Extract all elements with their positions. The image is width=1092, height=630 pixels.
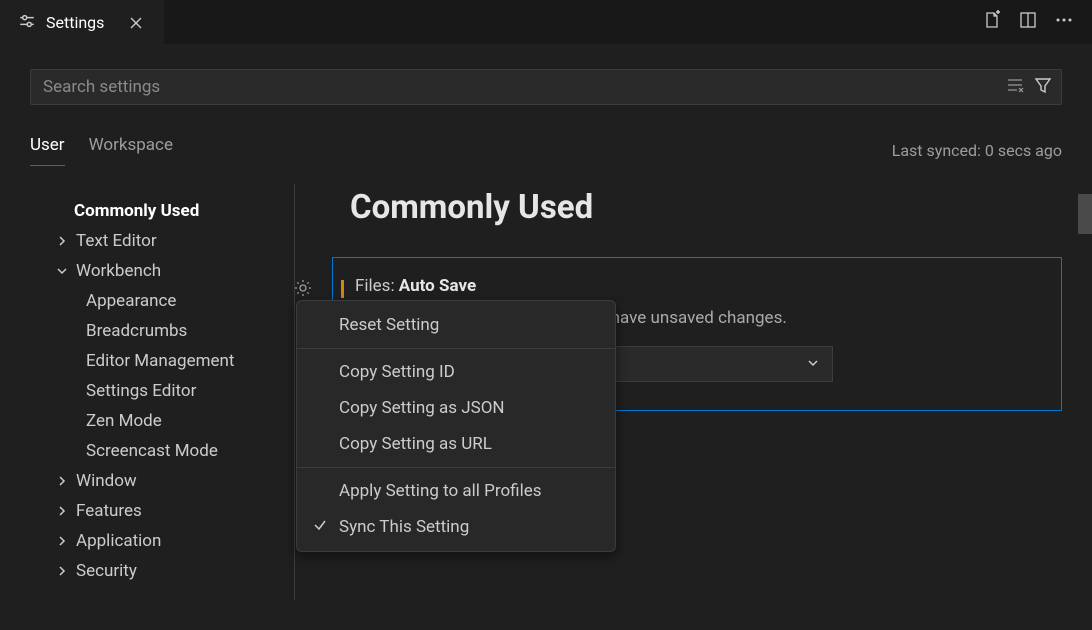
split-editor-icon[interactable] <box>1018 10 1038 34</box>
chevron-down-icon <box>54 264 70 278</box>
sidebar-item-editor-management[interactable]: Editor Management <box>30 346 294 376</box>
menu-item-copy-setting-url[interactable]: Copy Setting as URL <box>297 426 615 462</box>
sidebar-item-commonly-used[interactable]: Commonly Used <box>30 196 294 226</box>
sidebar-item-label: Window <box>76 471 137 491</box>
sidebar-item-label: Workbench <box>76 261 161 281</box>
menu-item-sync-this-setting[interactable]: Sync This Setting <box>297 509 615 545</box>
sidebar-item-label: Editor Management <box>86 351 234 371</box>
settings-sliders-icon <box>18 12 36 34</box>
section-heading: Commonly Used <box>350 188 1062 227</box>
chevron-right-icon <box>54 534 70 548</box>
chevron-right-icon <box>54 474 70 488</box>
filter-icon[interactable] <box>1033 75 1053 99</box>
clear-search-icon[interactable] <box>1005 75 1025 99</box>
sidebar-item-label: Features <box>76 501 142 521</box>
scrollbar-thumb[interactable] <box>1078 194 1092 234</box>
sidebar-item-label: Zen Mode <box>86 411 162 431</box>
menu-divider <box>297 467 615 468</box>
setting-name: Auto Save <box>399 276 476 296</box>
menu-item-copy-setting-json[interactable]: Copy Setting as JSON <box>297 390 615 426</box>
settings-toc: Commonly Used Text Editor Workbench Appe… <box>30 184 295 600</box>
scope-tab-user[interactable]: User <box>30 135 65 166</box>
sidebar-item-window[interactable]: Window <box>30 466 294 496</box>
menu-item-reset-setting[interactable]: Reset Setting <box>297 307 615 343</box>
setting-title: Files: Auto Save <box>355 276 1039 296</box>
check-icon <box>313 517 327 537</box>
sidebar-item-label: Screencast Mode <box>86 441 218 461</box>
sidebar-item-text-editor[interactable]: Text Editor <box>30 226 294 256</box>
chevron-right-icon <box>54 234 70 248</box>
sidebar-item-label: Settings Editor <box>86 381 196 401</box>
sidebar-item-label: Application <box>76 531 161 551</box>
sidebar-item-breadcrumbs[interactable]: Breadcrumbs <box>30 316 294 346</box>
scope-tab-workspace[interactable]: Workspace <box>89 135 173 166</box>
chevron-down-icon <box>806 355 820 374</box>
sidebar-item-workbench[interactable]: Workbench <box>30 256 294 286</box>
chevron-right-icon <box>54 564 70 578</box>
tab-label: Settings <box>46 13 104 32</box>
sidebar-item-label: Appearance <box>86 291 176 311</box>
sidebar-item-screencast-mode[interactable]: Screencast Mode <box>30 436 294 466</box>
sidebar-item-application[interactable]: Application <box>30 526 294 556</box>
sidebar-item-label: Text Editor <box>76 231 157 251</box>
menu-item-label: Sync This Setting <box>339 517 469 537</box>
close-icon[interactable] <box>126 13 146 33</box>
sidebar-item-appearance[interactable]: Appearance <box>30 286 294 316</box>
context-menu: Reset Setting Copy Setting ID Copy Setti… <box>296 300 616 552</box>
sidebar-item-features[interactable]: Features <box>30 496 294 526</box>
sidebar-item-zen-mode[interactable]: Zen Mode <box>30 406 294 436</box>
tab-bar: Settings <box>0 0 1092 44</box>
search-box <box>30 69 1062 105</box>
sidebar-item-label: Commonly Used <box>74 201 199 221</box>
gear-icon[interactable] <box>291 276 315 300</box>
sidebar-item-security[interactable]: Security <box>30 556 294 586</box>
sidebar-item-settings-editor[interactable]: Settings Editor <box>30 376 294 406</box>
search-input[interactable] <box>39 77 1005 97</box>
modified-indicator <box>341 280 344 298</box>
sidebar-item-label: Security <box>76 561 137 581</box>
sync-status: Last synced: 0 secs ago <box>892 141 1062 160</box>
scope-tabs: User Workspace <box>30 135 173 166</box>
tab-settings[interactable]: Settings <box>0 0 164 44</box>
chevron-right-icon <box>54 504 70 518</box>
more-actions-icon[interactable] <box>1054 10 1074 34</box>
menu-divider <box>297 348 615 349</box>
menu-item-copy-setting-id[interactable]: Copy Setting ID <box>297 354 615 390</box>
open-json-icon[interactable] <box>982 10 1002 34</box>
sidebar-item-label: Breadcrumbs <box>86 321 187 341</box>
setting-category: Files: <box>355 276 399 296</box>
tab-action-bar <box>982 10 1092 34</box>
menu-item-apply-all-profiles[interactable]: Apply Setting to all Profiles <box>297 473 615 509</box>
